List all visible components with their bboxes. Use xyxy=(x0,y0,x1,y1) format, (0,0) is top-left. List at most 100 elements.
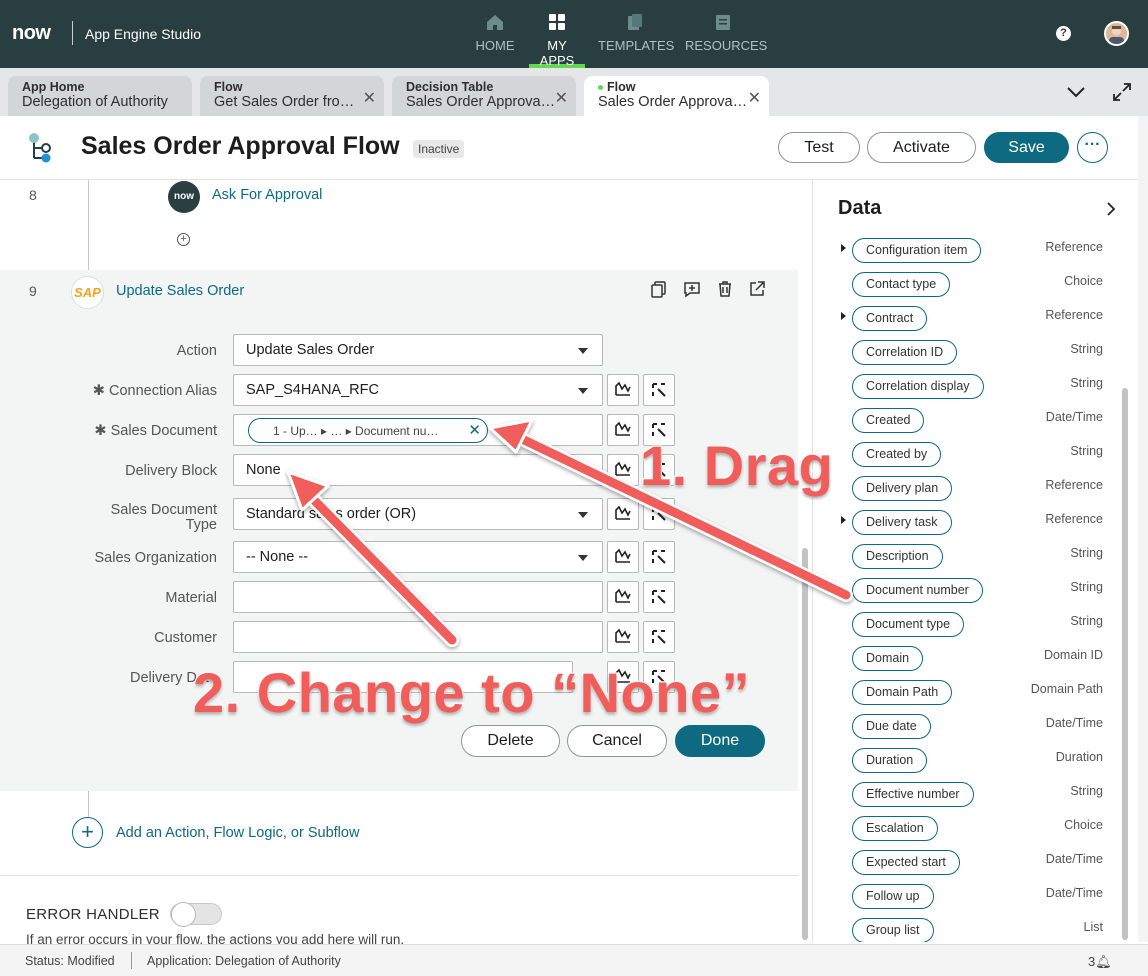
data-pill[interactable]: Effective number xyxy=(852,782,974,807)
save-button[interactable]: Save xyxy=(984,132,1069,163)
expand-triangle-icon[interactable] xyxy=(841,312,846,320)
data-field-row[interactable]: Contact type Choice xyxy=(813,268,1138,302)
nav-my-apps[interactable]: MY APPS xyxy=(529,10,585,68)
comment-icon[interactable] xyxy=(683,280,701,298)
material-field[interactable] xyxy=(233,581,603,613)
close-icon[interactable]: ✕ xyxy=(363,88,376,108)
expand-triangle-icon[interactable] xyxy=(841,516,846,524)
data-field-row[interactable]: Contract Reference xyxy=(813,302,1138,336)
notifications-count[interactable]: 3🔔︎ xyxy=(1088,954,1112,970)
connection-alias-select[interactable]: SAP_S4HANA_RFC xyxy=(233,374,603,406)
close-icon[interactable]: ✕ xyxy=(555,88,568,108)
test-button[interactable]: Test xyxy=(778,132,860,163)
servicenow-logo[interactable]: now xyxy=(12,22,51,45)
nav-home[interactable]: HOME xyxy=(474,10,516,68)
trash-icon[interactable] xyxy=(716,280,734,298)
data-pill[interactable]: Group list xyxy=(852,918,934,942)
data-pill[interactable]: Domain xyxy=(852,646,924,671)
data-pill[interactable]: Description xyxy=(852,544,943,569)
scripting-toggle-button[interactable] xyxy=(607,581,639,613)
canvas-scrollbar[interactable] xyxy=(802,548,808,940)
cancel-button[interactable]: Cancel xyxy=(567,725,667,757)
data-pill-picker-button[interactable] xyxy=(643,581,675,613)
nav-resources[interactable]: RESOURCES xyxy=(685,10,767,68)
close-icon[interactable]: ✕ xyxy=(468,421,481,439)
data-field-row[interactable]: Duration Duration xyxy=(813,744,1138,778)
customer-field[interactable] xyxy=(233,621,603,653)
data-pill[interactable]: Document type xyxy=(852,612,965,637)
scripting-toggle-button[interactable] xyxy=(607,454,639,486)
data-panel-scrollbar[interactable] xyxy=(1122,388,1128,940)
data-pill[interactable]: Duration xyxy=(852,748,928,773)
more-options-button[interactable]: ··· xyxy=(1077,132,1108,163)
data-pill[interactable]: Escalation xyxy=(852,816,938,841)
data-field-row[interactable]: Document number String xyxy=(813,574,1138,608)
data-field-row[interactable]: Document type String xyxy=(813,608,1138,642)
step-ask-for-approval[interactable]: Ask For Approval xyxy=(212,187,322,203)
expand-triangle-icon[interactable] xyxy=(841,244,846,252)
data-pill[interactable]: Delivery plan xyxy=(852,476,953,501)
action-select[interactable]: Update Sales Order xyxy=(233,334,603,366)
help-icon[interactable]: ? xyxy=(1056,26,1071,41)
chevron-down-icon[interactable] xyxy=(1066,82,1086,102)
data-pill-picker-button[interactable] xyxy=(643,621,675,653)
sales-document-type-select[interactable]: Standard sales order (OR) xyxy=(233,498,603,530)
sales-organization-select[interactable]: -- None -- xyxy=(233,541,603,573)
data-pill[interactable]: Contract xyxy=(852,306,928,331)
data-field-row[interactable]: Domain Path Domain Path xyxy=(813,676,1138,710)
chevron-right-icon[interactable] xyxy=(1105,202,1117,216)
close-icon[interactable]: ✕ xyxy=(748,88,761,108)
data-pill[interactable]: Contact type xyxy=(852,272,951,297)
data-pill[interactable]: Delivery task xyxy=(852,510,952,535)
data-pill[interactable]: Correlation ID xyxy=(852,340,958,365)
data-field-row[interactable]: Due date Date/Time xyxy=(813,710,1138,744)
scripting-toggle-button[interactable] xyxy=(607,414,639,446)
data-field-row[interactable]: Expected start Date/Time xyxy=(813,846,1138,880)
data-pill[interactable]: Created by xyxy=(852,442,942,467)
copy-icon[interactable] xyxy=(650,280,668,298)
data-pill[interactable]: Due date xyxy=(852,714,931,739)
delete-button[interactable]: Delete xyxy=(461,725,560,757)
data-field-row[interactable]: Delivery plan Reference xyxy=(813,472,1138,506)
step-update-sales-order[interactable]: Update Sales Order xyxy=(116,283,244,299)
data-pill-picker-button[interactable] xyxy=(643,374,675,406)
error-handler-toggle[interactable] xyxy=(170,902,222,927)
data-field-row[interactable]: Correlation display String xyxy=(813,370,1138,404)
data-pill-picker-button[interactable] xyxy=(643,541,675,573)
data-pill[interactable]: Document number xyxy=(852,578,983,603)
data-pill-picker-button[interactable] xyxy=(643,498,675,530)
data-field-row[interactable]: Created Date/Time xyxy=(813,404,1138,438)
data-field-row[interactable]: Domain Domain ID xyxy=(813,642,1138,676)
data-pill-document-number[interactable]: 1 - Up… ▸ … ▸ Document nu… ✕ xyxy=(248,418,488,443)
data-pill[interactable]: Correlation display xyxy=(852,374,984,399)
data-field-row[interactable]: Follow up Date/Time xyxy=(813,880,1138,914)
add-action-icon[interactable]: + xyxy=(72,817,103,848)
tab-app-home[interactable]: App Home Delegation of Authority xyxy=(8,76,192,116)
data-pill[interactable]: Expected start xyxy=(852,850,960,875)
scripting-toggle-button[interactable] xyxy=(607,374,639,406)
scripting-toggle-button[interactable] xyxy=(607,498,639,530)
tab-decision-table[interactable]: Decision Table Sales Order Approva… ✕ xyxy=(392,76,576,116)
add-step-icon[interactable]: + xyxy=(177,233,190,246)
nav-templates[interactable]: TEMPLATES xyxy=(598,10,674,68)
data-field-row[interactable]: Configuration item Reference xyxy=(813,234,1138,268)
scripting-toggle-button[interactable] xyxy=(607,541,639,573)
expand-icon[interactable] xyxy=(1112,82,1132,102)
data-field-row[interactable]: Description String xyxy=(813,540,1138,574)
tab-flow-sales-order-approval[interactable]: Flow Sales Order Approva… ✕ xyxy=(584,76,769,116)
data-field-row[interactable]: Created by String xyxy=(813,438,1138,472)
scripting-toggle-button[interactable] xyxy=(607,621,639,653)
data-pill[interactable]: Created xyxy=(852,408,925,433)
data-pill[interactable]: Configuration item xyxy=(852,238,982,263)
tab-flow-get-sales-order[interactable]: Flow Get Sales Order fro… ✕ xyxy=(200,76,384,116)
activate-button[interactable]: Activate xyxy=(867,132,976,163)
data-field-row[interactable]: Effective number String xyxy=(813,778,1138,812)
user-avatar[interactable] xyxy=(1104,21,1129,46)
data-field-row[interactable]: Group list List xyxy=(813,914,1138,942)
delivery-block-field[interactable]: None xyxy=(233,454,603,486)
data-field-row[interactable]: Delivery task Reference xyxy=(813,506,1138,540)
data-pill[interactable]: Follow up xyxy=(852,884,934,909)
done-button[interactable]: Done xyxy=(675,725,765,757)
data-field-row[interactable]: Correlation ID String xyxy=(813,336,1138,370)
open-external-icon[interactable] xyxy=(748,280,766,298)
